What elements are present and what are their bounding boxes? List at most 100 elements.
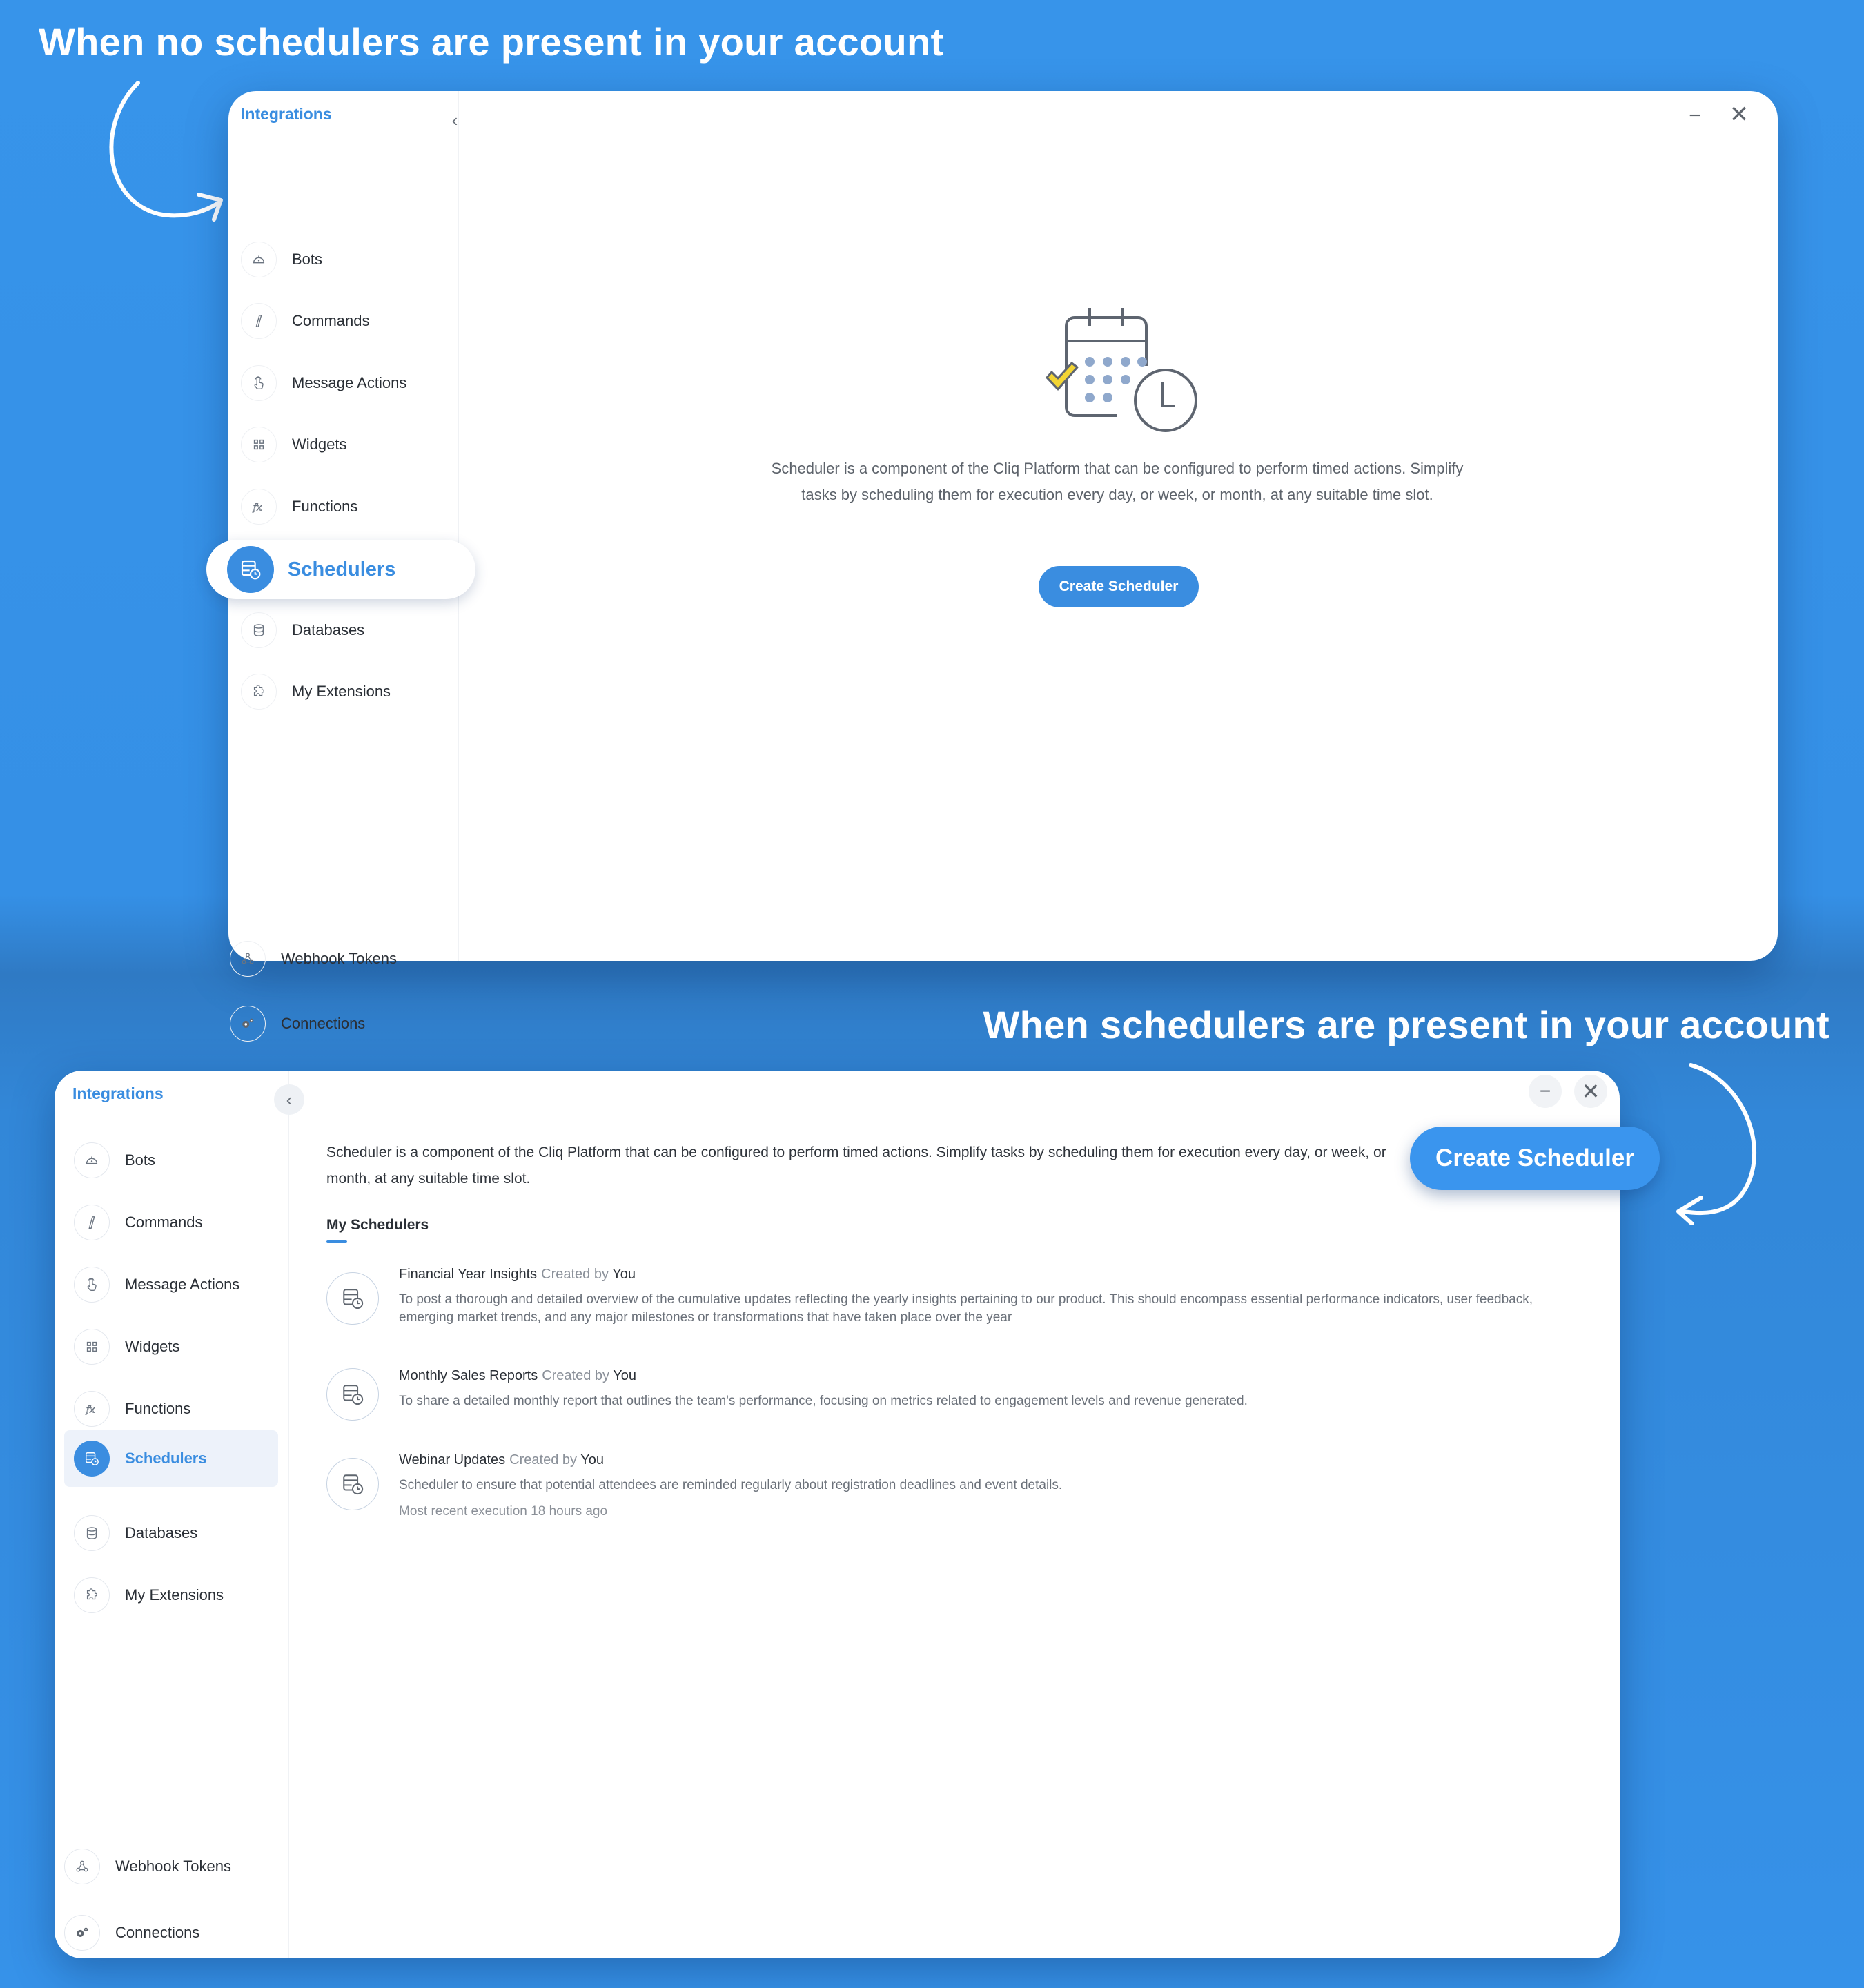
sidebar: Integrations ‹ Bots Commands Message Act… — [206, 91, 475, 1042]
last-execution-text: Most recent execution 18 hours ago — [399, 1504, 608, 1519]
database-icon — [241, 612, 277, 648]
close-button[interactable]: ✕ — [1574, 1075, 1607, 1108]
webhook-icon — [230, 941, 266, 977]
tap-icon — [74, 1267, 110, 1303]
sidebar-item-label: Functions — [125, 1400, 191, 1417]
slash-icon — [241, 303, 277, 339]
puzzle-icon — [241, 674, 277, 710]
created-by-label: Created by — [542, 1368, 610, 1383]
schedulers-description: Scheduler is a component of the Cliq Pla… — [326, 1144, 1386, 1187]
sidebar-item-label: Webhook Tokens — [281, 950, 397, 967]
scheduler-icon — [227, 546, 274, 593]
scheduler-list-item[interactable]: Financial Year Insights Created by You To… — [326, 1265, 1589, 1334]
sidebar-item-commands[interactable]: Commands — [74, 1198, 202, 1247]
sidebar-item-commands[interactable]: Commands — [241, 296, 369, 346]
sidebar-item-label: Webhook Tokens — [115, 1858, 231, 1875]
sidebar-item-widgets[interactable]: Widgets — [74, 1322, 179, 1372]
function-icon: fx — [74, 1391, 110, 1427]
sidebar-item-label: Message Actions — [125, 1276, 240, 1293]
sidebar-item-label: Message Actions — [292, 374, 407, 391]
sidebar-item-connections[interactable]: Connections — [230, 999, 365, 1049]
scheduler-description: To share a detailed monthly report that … — [399, 1394, 1248, 1408]
calendar-clock-illustration-icon — [1046, 308, 1197, 432]
sidebar-item-message-actions[interactable]: Message Actions — [74, 1260, 239, 1309]
chevron-left-icon: ‹ — [451, 109, 458, 130]
sidebar-item-databases[interactable]: Databases — [74, 1508, 197, 1558]
grid-icon — [241, 427, 277, 462]
sidebar-item-connections[interactable]: Connections — [64, 1908, 199, 1958]
scheduler-list-item[interactable]: Webinar Updates Created by You Scheduler … — [326, 1451, 1589, 1527]
sidebar-item-label: Databases — [125, 1524, 198, 1541]
puzzle-icon — [74, 1577, 110, 1613]
sidebar-item-my-extensions[interactable]: My Extensions — [74, 1570, 224, 1620]
sidebar-item-label: My Extensions — [125, 1586, 224, 1604]
active-tab-indicator — [326, 1240, 347, 1243]
created-by-user: You — [580, 1452, 604, 1468]
grid-icon — [74, 1329, 110, 1365]
scheduler-name: Webinar Updates — [399, 1452, 506, 1468]
sidebar-title: Integrations — [72, 1084, 164, 1102]
integrations-window-populated: Integrations ‹ Bots Commands Message Act… — [55, 1071, 1660, 1958]
tab-my-schedulers[interactable]: My Schedulers — [326, 1217, 429, 1234]
gears-icon — [230, 1006, 266, 1042]
scheduler-icon — [326, 1272, 379, 1325]
collapse-sidebar-button[interactable]: ‹ — [440, 105, 470, 135]
minimize-button[interactable]: − — [1529, 1075, 1562, 1108]
empty-state-description: Scheduler is a component of the Cliq Pla… — [771, 460, 1464, 503]
svg-text:fx: fx — [253, 503, 262, 514]
sidebar-item-bots[interactable]: Bots — [74, 1136, 155, 1185]
sidebar-item-label: Schedulers — [288, 558, 396, 581]
sidebar-item-schedulers[interactable]: Schedulers — [64, 1430, 278, 1487]
scheduler-icon — [326, 1458, 379, 1510]
sidebar-item-label: Connections — [281, 1015, 366, 1032]
bot-icon — [241, 242, 277, 277]
close-button[interactable]: ✕ — [1724, 99, 1754, 130]
sidebar-item-label: Commands — [292, 312, 370, 329]
function-icon: fx — [241, 489, 277, 525]
created-by-label: Created by — [509, 1452, 578, 1468]
page-title-populated-state: When schedulers are present in your acco… — [983, 1003, 1829, 1046]
gears-icon — [64, 1915, 100, 1951]
collapse-sidebar-button[interactable]: ‹ — [274, 1084, 304, 1115]
slash-icon — [74, 1205, 110, 1240]
sidebar-item-my-extensions[interactable]: My Extensions — [241, 667, 391, 717]
minimize-button[interactable]: − — [1680, 101, 1710, 131]
scheduler-icon — [326, 1368, 379, 1421]
sidebar-item-schedulers[interactable]: Schedulers — [206, 540, 475, 599]
sidebar-item-label: Databases — [292, 621, 365, 639]
sidebar-item-label: Connections — [115, 1924, 200, 1941]
sidebar-item-functions[interactable]: fx Functions — [74, 1384, 190, 1434]
sidebar-item-label: Bots — [125, 1151, 156, 1169]
scheduler-list-item[interactable]: Monthly Sales Reports Created by You To s… — [326, 1367, 1589, 1429]
sidebar-item-label: Functions — [292, 498, 358, 515]
sidebar-item-functions[interactable]: fx Functions — [241, 482, 357, 532]
scheduler-icon — [74, 1441, 110, 1477]
sidebar-item-label: My Extensions — [292, 683, 391, 700]
scheduler-description: To post a thorough and detailed overview… — [399, 1292, 1533, 1325]
sidebar: Integrations ‹ Bots Commands Message Act… — [55, 1071, 304, 1958]
sidebar-item-databases[interactable]: Databases — [241, 605, 364, 655]
create-scheduler-button[interactable]: Create Scheduler — [1410, 1127, 1660, 1190]
sidebar-item-message-actions[interactable]: Message Actions — [241, 358, 406, 408]
sidebar-item-label: Widgets — [292, 436, 347, 453]
scheduler-name: Monthly Sales Reports — [399, 1368, 538, 1383]
svg-text:fx: fx — [86, 1405, 95, 1416]
sidebar-item-webhook-tokens[interactable]: Webhook Tokens — [64, 1842, 231, 1891]
sidebar-item-label: Bots — [292, 251, 323, 268]
webhook-icon — [64, 1849, 100, 1884]
sidebar-item-label: Commands — [125, 1214, 203, 1231]
curved-arrow-icon — [1676, 1063, 1757, 1225]
scheduler-description: Scheduler to ensure that potential atten… — [399, 1478, 1063, 1492]
created-by-user: You — [612, 1267, 636, 1282]
created-by-label: Created by — [541, 1267, 609, 1282]
created-by-user: You — [613, 1368, 636, 1383]
sidebar-item-webhook-tokens[interactable]: Webhook Tokens — [230, 934, 397, 984]
create-scheduler-button[interactable]: Create Scheduler — [1039, 566, 1199, 607]
bot-icon — [74, 1142, 110, 1178]
sidebar-item-widgets[interactable]: Widgets — [241, 420, 346, 469]
curved-arrow-icon — [109, 81, 223, 222]
sidebar-item-bots[interactable]: Bots — [241, 235, 322, 284]
scheduler-name: Financial Year Insights — [399, 1267, 538, 1282]
sidebar-item-label: Widgets — [125, 1338, 180, 1355]
chevron-left-icon: ‹ — [286, 1089, 293, 1110]
